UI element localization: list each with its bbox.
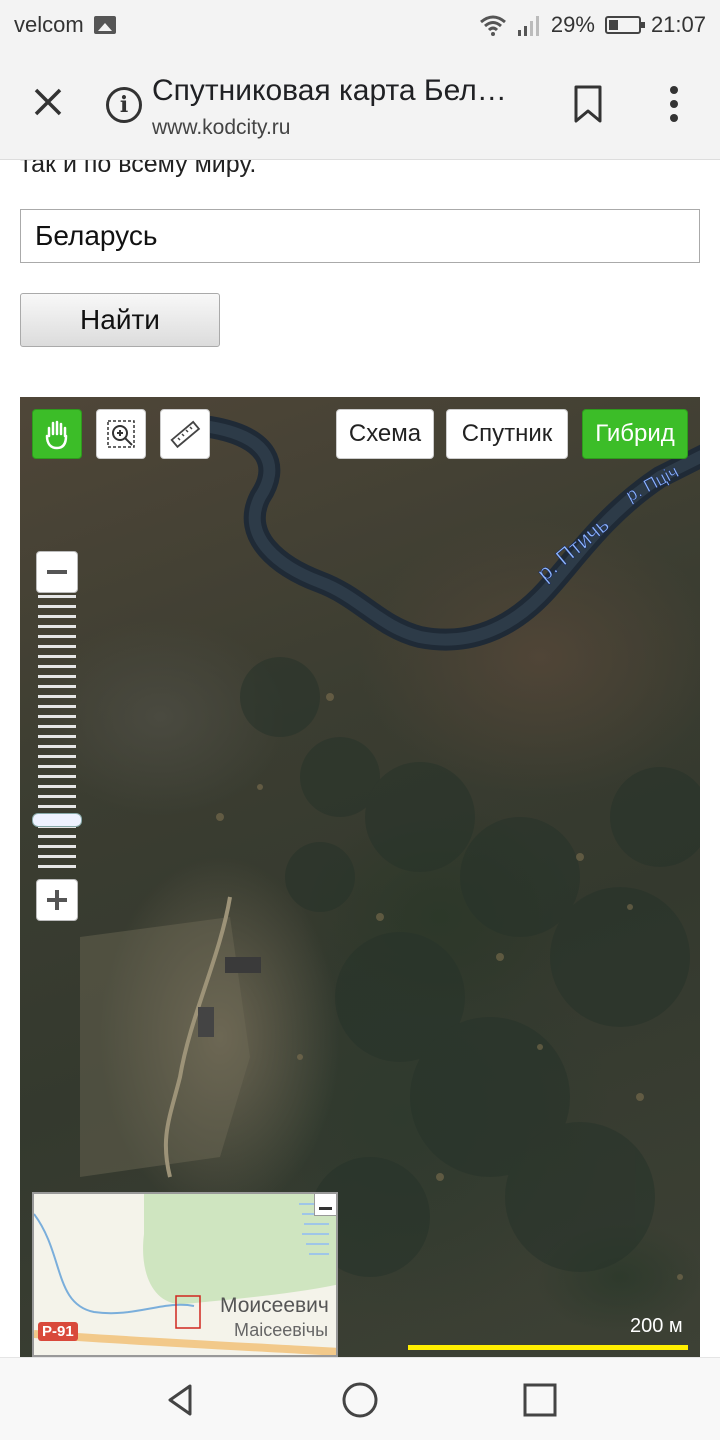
minimap-collapse-button[interactable] (314, 1194, 336, 1216)
map-type-hybrid[interactable]: Гибрид (582, 409, 688, 459)
wifi-icon (479, 15, 506, 36)
signal-icon (517, 16, 539, 36)
pan-tool-button[interactable] (32, 409, 82, 459)
info-icon[interactable]: i (106, 87, 142, 123)
bookmark-icon[interactable] (572, 84, 604, 124)
plus-icon (47, 890, 67, 910)
ruler-icon (170, 420, 201, 449)
scale-label: 200 м (630, 1315, 683, 1337)
zoom-select-button[interactable] (96, 409, 146, 459)
zoom-out-button[interactable] (36, 551, 78, 593)
minimap-town-be: Маісеевічы (234, 1320, 329, 1340)
page-title: Спутниковая карта Бел… (152, 74, 507, 107)
minimap-town-ru: Моисеевич (220, 1294, 329, 1317)
image-notification-icon (93, 16, 116, 34)
scale-bar (408, 1345, 688, 1350)
clock: 21:07 (650, 12, 706, 37)
minus-icon (47, 570, 67, 574)
road-number: Р-91 (38, 1322, 78, 1341)
browser-toolbar: i Спутниковая карта Бел… www.kodcity.ru (0, 50, 720, 160)
system-nav-bar (0, 1357, 720, 1440)
zoom-slider-handle[interactable] (32, 813, 82, 828)
battery-icon (604, 16, 645, 34)
river-label-alt: р. Пціч (622, 461, 681, 505)
hand-icon (45, 420, 68, 450)
zoom-rect-icon (107, 420, 135, 448)
status-bar: velcom 29% 21:07 (0, 0, 720, 50)
overview-minimap[interactable]: Р-91 Моисеевич Маісеевічы (32, 1192, 338, 1357)
zoom-slider[interactable] (38, 595, 76, 875)
satellite-map[interactable]: р. Птичь р. Пціч Схема Спутник Гибрид Р-… (20, 397, 700, 1357)
map-type-satellite[interactable]: Спутник (446, 409, 568, 459)
search-input[interactable]: Беларусь (20, 209, 700, 263)
map-type-scheme[interactable]: Схема (336, 409, 434, 459)
close-icon[interactable] (28, 82, 68, 122)
recents-icon[interactable] (520, 1380, 560, 1420)
zoom-in-button[interactable] (36, 879, 78, 921)
home-icon[interactable] (340, 1380, 380, 1420)
more-menu-icon[interactable] (664, 84, 684, 124)
zoom-control (32, 547, 84, 929)
battery-percent: 29% (550, 12, 595, 37)
search-button[interactable]: Найти (20, 293, 220, 347)
back-icon[interactable] (160, 1380, 200, 1420)
carrier-name: velcom (14, 12, 84, 37)
page-url: www.kodcity.ru (152, 116, 291, 139)
ruler-tool-button[interactable] (160, 409, 210, 459)
